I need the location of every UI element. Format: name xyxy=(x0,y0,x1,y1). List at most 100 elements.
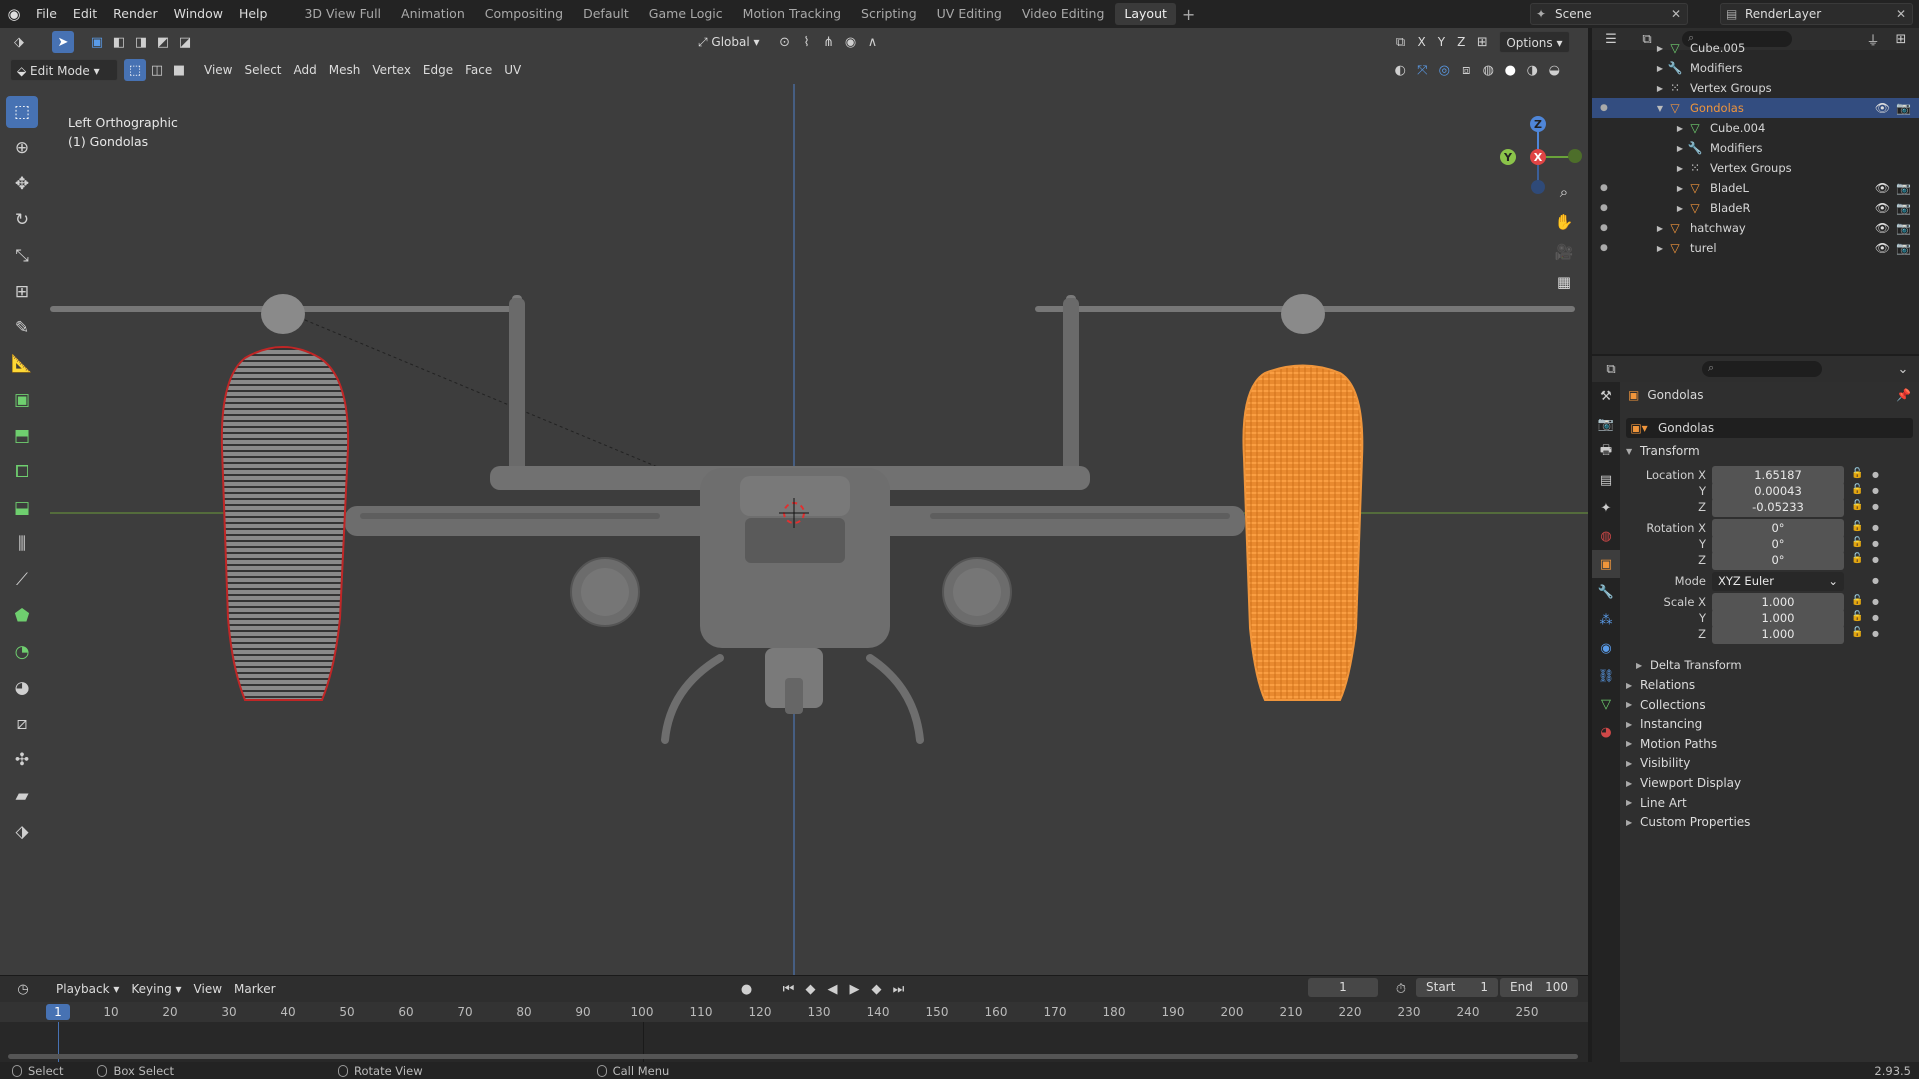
tab-view-layer-icon[interactable]: ▤ xyxy=(1592,466,1620,494)
gizmo-toggle-icon[interactable]: ⤧ xyxy=(1411,59,1433,81)
lock-icon[interactable]: 🔓 xyxy=(1851,627,1863,638)
stopwatch-icon[interactable]: ⏱ xyxy=(1390,978,1412,1000)
current-frame-field[interactable]: 1 xyxy=(1308,978,1378,997)
properties-section-header[interactable]: ▶ Visibility xyxy=(1626,756,1690,770)
properties-section-header[interactable]: ▶ Motion Paths xyxy=(1626,737,1717,751)
gizmo-x-axis[interactable]: X xyxy=(1530,149,1546,165)
lock-icon[interactable]: 🔓 xyxy=(1851,500,1863,511)
menu-help[interactable]: Help xyxy=(231,0,276,28)
timeline-scrollbar[interactable] xyxy=(8,1054,1578,1059)
mode-dropdown[interactable]: ⬙ Edit Mode ▾ xyxy=(10,59,118,81)
eye-icon[interactable]: 👁 xyxy=(1875,181,1890,195)
lock-icon[interactable]: 🔓 xyxy=(1851,611,1863,622)
outliner-row[interactable]: ▶ 🔧 Modifiers xyxy=(1592,138,1919,158)
select-mode-subtract-icon[interactable]: ◨ xyxy=(130,31,152,53)
properties-options-icon[interactable]: ⌄ xyxy=(1892,358,1914,380)
timeline-editor-type-icon[interactable]: ◷ xyxy=(12,978,34,1000)
select-mode-invert-icon[interactable]: ◩ xyxy=(152,31,174,53)
tab-tool-icon[interactable]: ⚒ xyxy=(1592,382,1620,410)
knife-tool-icon[interactable]: ⟋ xyxy=(6,564,38,596)
menu-view[interactable]: View xyxy=(198,59,238,81)
outliner-row[interactable]: ● ▶ ▽ turel 👁 📷 xyxy=(1592,238,1919,258)
tab-scene-icon[interactable]: ✦ xyxy=(1592,494,1620,522)
pin-icon[interactable]: 📌 xyxy=(1896,388,1911,402)
workspace-tab-compositing[interactable]: Compositing xyxy=(476,3,572,25)
shading-solid-icon[interactable]: ● xyxy=(1499,59,1521,81)
select-tool-icon[interactable]: ➤ xyxy=(52,31,74,53)
close-icon[interactable]: ✕ xyxy=(1896,4,1906,24)
poly-build-tool-icon[interactable]: ⬟ xyxy=(6,600,38,632)
menu-face[interactable]: Face xyxy=(459,59,498,81)
outliner-row[interactable]: ● ▶ ▽ hatchway 👁 📷 xyxy=(1592,218,1919,238)
properties-section-header[interactable]: ▶ Line Art xyxy=(1626,796,1687,810)
start-frame-field[interactable]: Start 1 xyxy=(1416,978,1498,997)
close-icon[interactable]: ✕ xyxy=(1671,4,1681,24)
workspace-tab-3d-view-full[interactable]: 3D View Full xyxy=(295,3,390,25)
marker-menu[interactable]: Marker xyxy=(228,978,281,1000)
playback-menu[interactable]: Playback ▾ xyxy=(50,978,125,1000)
shading-wireframe-icon[interactable]: ◍ xyxy=(1477,59,1499,81)
collapsed-icon[interactable]: ▶ xyxy=(1654,244,1666,253)
tab-render-icon[interactable]: 📷 xyxy=(1592,410,1620,438)
properties-editor[interactable]: ⧉ ⌕ ⌄ ⚒ 📷 🖶 ▤ ✦ ◍ ▣ 🔧 ⁂ ◉ ⛓ ▽ ◕ ▣ Gondol… xyxy=(1592,356,1919,1062)
mirror-z[interactable]: Z xyxy=(1451,31,1471,53)
transform-section-header[interactable]: ▼ Transform xyxy=(1626,444,1700,458)
delta-transform-subsection[interactable]: ▶ Delta Transform xyxy=(1636,658,1742,672)
camera-view-icon[interactable]: 🎥 xyxy=(1550,238,1578,266)
outliner-row[interactable]: ▶ ▽ Cube.004 xyxy=(1592,118,1919,138)
edit-dot-icon[interactable]: ● xyxy=(1600,223,1608,233)
tab-modifiers-icon[interactable]: 🔧 xyxy=(1592,578,1620,606)
camera-icon[interactable]: 📷 xyxy=(1896,181,1911,195)
collapsed-icon[interactable]: ▶ xyxy=(1654,44,1666,53)
camera-icon[interactable]: 📷 xyxy=(1896,101,1911,115)
object-datablock-icon[interactable]: ▣▾ xyxy=(1626,421,1652,435)
play-icon[interactable]: ▶ xyxy=(844,978,866,1000)
properties-section-header[interactable]: ▶ Viewport Display xyxy=(1626,776,1741,790)
workspace-tab-scripting[interactable]: Scripting xyxy=(852,3,926,25)
end-frame-field[interactable]: End 100 xyxy=(1500,978,1578,997)
outliner-row[interactable]: ▶ ⁙ Vertex Groups xyxy=(1592,78,1919,98)
keyframe-dot-icon[interactable]: ● xyxy=(1872,555,1879,564)
edit-dot-icon[interactable]: ● xyxy=(1600,203,1608,213)
select-mode-extend-icon[interactable]: ◧ xyxy=(108,31,130,53)
3d-viewport[interactable]: ⬗ ➤ ▣ ◧ ◨ ◩ ◪ ⤢ Global ▾ ⊙ ⌇ ⋔ ◉ ∧ ⧉ X Y… xyxy=(0,28,1588,975)
menu-mesh[interactable]: Mesh xyxy=(323,59,367,81)
add-cube-tool-icon[interactable]: ▣ xyxy=(6,384,38,416)
scale-tool-icon[interactable]: ⤡ xyxy=(6,240,38,272)
mirror-x[interactable]: X xyxy=(1412,31,1432,53)
lock-icon[interactable]: 🔓 xyxy=(1851,537,1863,548)
auto-merge-icon[interactable]: ⊞ xyxy=(1471,31,1493,53)
lock-icon[interactable]: 🔓 xyxy=(1851,521,1863,532)
menu-vertex[interactable]: Vertex xyxy=(366,59,417,81)
workspace-tab-video-editing[interactable]: Video Editing xyxy=(1013,3,1114,25)
smooth-tool-icon[interactable]: ◕ xyxy=(6,672,38,704)
shear-tool-icon[interactable]: ▰ xyxy=(6,780,38,812)
edit-dot-icon[interactable]: ● xyxy=(1600,183,1608,193)
expanded-icon[interactable]: ▼ xyxy=(1654,104,1666,113)
workspace-tab-uv-editing[interactable]: UV Editing xyxy=(928,3,1011,25)
outliner-row[interactable]: ▶ ⁙ Vertex Groups xyxy=(1592,158,1919,178)
annotate-tool-icon[interactable]: ✎ xyxy=(6,312,38,344)
timeline-view-menu[interactable]: View xyxy=(188,978,228,1000)
properties-section-header[interactable]: ▶ Collections xyxy=(1626,698,1706,712)
gizmo-neg-y-axis[interactable] xyxy=(1568,149,1582,163)
collapsed-icon[interactable]: ▶ xyxy=(1674,124,1686,133)
timeline-editor[interactable]: ◷ Playback ▾ Keying ▾ View Marker ● ⏮ ◆ … xyxy=(0,975,1588,1063)
tab-constraints-icon[interactable]: ⛓ xyxy=(1592,662,1620,690)
eye-icon[interactable]: 👁 xyxy=(1875,101,1890,115)
snap-target-icon[interactable]: ⋔ xyxy=(818,31,840,53)
transform-tool-icon[interactable]: ⊞ xyxy=(6,276,38,308)
gizmo-z-axis[interactable]: Z xyxy=(1530,116,1546,132)
add-workspace-icon[interactable]: + xyxy=(1182,5,1195,24)
edit-dot-icon[interactable]: ● xyxy=(1600,243,1608,253)
tab-physics-icon[interactable]: ◉ xyxy=(1592,634,1620,662)
location-z-field[interactable]: -0.05233 xyxy=(1712,498,1844,517)
tab-output-icon[interactable]: 🖶 xyxy=(1592,438,1620,466)
edge-slide-tool-icon[interactable]: ⧄ xyxy=(6,708,38,740)
keyframe-dot-icon[interactable]: ● xyxy=(1872,613,1879,622)
outliner-row[interactable]: ▶ ▽ Cube.005 xyxy=(1592,38,1919,58)
mirror-icon[interactable]: ⧉ xyxy=(1390,31,1412,53)
gizmo-y-axis[interactable]: Y xyxy=(1500,149,1516,165)
collapsed-icon[interactable]: ▶ xyxy=(1674,144,1686,153)
menu-edit[interactable]: Edit xyxy=(65,0,105,28)
